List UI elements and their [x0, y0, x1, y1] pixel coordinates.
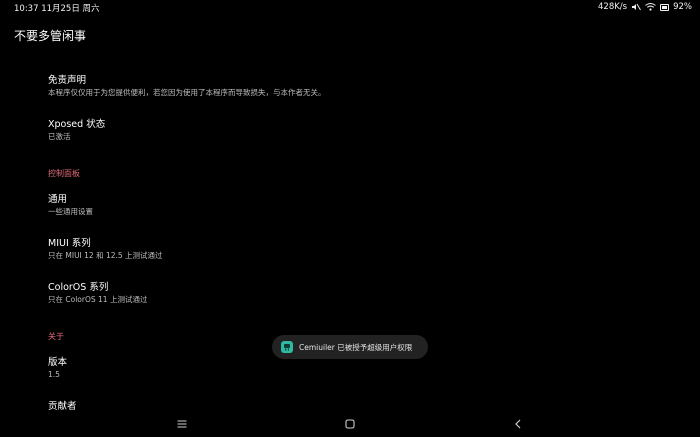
menu-icon[interactable]: [174, 416, 190, 432]
mute-icon: [631, 3, 641, 11]
pref-item-title: MIUI 系列: [48, 238, 91, 249]
pref-item-title: Xposed 状态: [48, 119, 106, 130]
page-title: 不要多管闲事: [14, 29, 87, 43]
pref-item-summary: 本程序仅仅用于为您提供便利，若您因为使用了本程序而导致损失，与本作者无关。: [48, 88, 326, 97]
back-icon[interactable]: [510, 416, 526, 432]
navigation-bar: [0, 412, 700, 437]
pref-item-summary: 1.5: [48, 370, 60, 379]
pref-item-disclaimer[interactable]: 免责声明 本程序仅仅用于为您提供便利，若您因为使用了本程序而导致损失，与本作者无…: [48, 75, 326, 98]
wifi-icon: [645, 3, 656, 11]
pref-item-summary: 已激活: [48, 132, 71, 141]
pref-item-summary: 一些通用设置: [48, 207, 93, 216]
pref-item-miui[interactable]: MIUI 系列 只在 MIUI 12 和 12.5 上测试通过: [48, 238, 163, 261]
pref-item-general[interactable]: 通用 一些通用设置: [48, 194, 93, 217]
status-time-date: 10:37 11月25日 周六: [14, 2, 100, 14]
pref-item-coloros[interactable]: ColorOS 系列 只在 ColorOS 11 上测试通过: [48, 282, 147, 305]
status-indicators: 428K/s 92%: [598, 2, 692, 12]
battery-icon: [660, 3, 670, 11]
pref-item-xposed-status[interactable]: Xposed 状态 已激活: [48, 119, 105, 142]
section-header-about: 关于: [48, 332, 64, 341]
status-time: 10:37: [14, 4, 39, 14]
pref-item-title: 通用: [48, 194, 68, 205]
battery-percent: 92%: [673, 2, 692, 12]
pref-item-summary: 只在 MIUI 12 和 12.5 上测试通过: [48, 251, 163, 260]
pref-item-title: 版本: [48, 357, 68, 368]
status-bar: 10:37 11月25日 周六 428K/s 92%: [0, 0, 700, 14]
app-icon: [281, 341, 293, 353]
toast-text: Cemiuiler 已被授予超级用户权限: [299, 342, 413, 352]
section-header-control-panel: 控制面板: [48, 169, 80, 178]
pref-item-summary: 只在 ColorOS 11 上测试通过: [48, 295, 148, 304]
toast-notification: Cemiuiler 已被授予超级用户权限: [272, 335, 428, 359]
pref-item-title: ColorOS 系列: [48, 282, 109, 293]
home-icon[interactable]: [342, 416, 358, 432]
pref-item-version[interactable]: 版本 1.5: [48, 357, 67, 380]
pref-item-title: 免责声明: [48, 75, 87, 86]
net-speed: 428K/s: [598, 2, 628, 12]
status-date: 11月25日 周六: [41, 4, 100, 14]
